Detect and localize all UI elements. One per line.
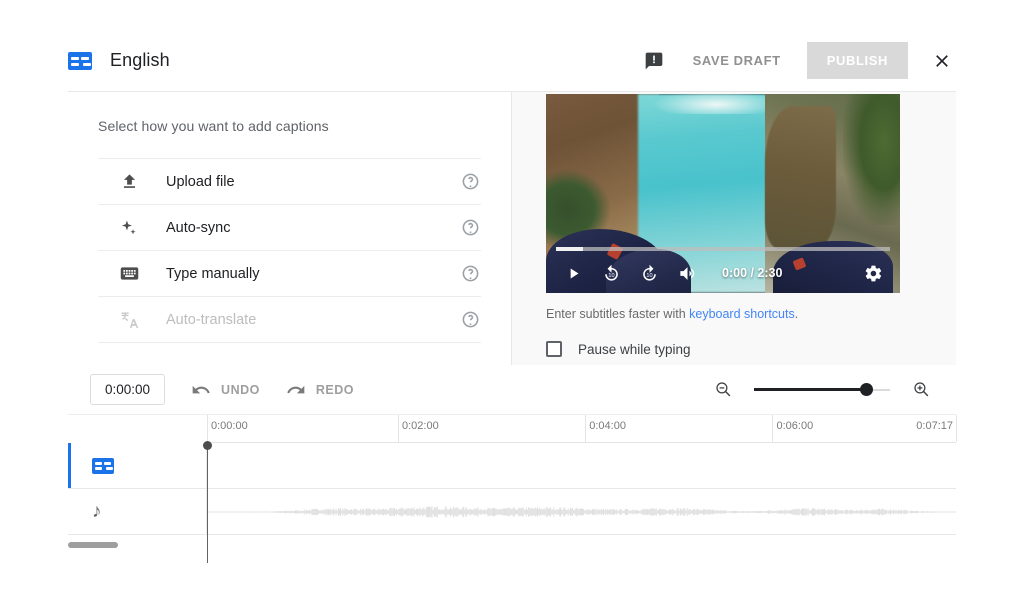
caption-method-list: Upload file Auto-sync Type manually Auto… (98, 158, 481, 343)
zoom-controls (710, 377, 934, 403)
zoom-slider[interactable] (754, 380, 890, 400)
video-progress-bar[interactable] (556, 247, 890, 251)
help-icon[interactable] (459, 263, 481, 285)
timeline-ruler-ticks: 0:00:00 0:02:00 0:04:00 0:06:00 0:07:17 (207, 415, 957, 443)
option-label: Type manually (166, 265, 260, 282)
video-progress-fill (556, 247, 583, 251)
timecode-input[interactable]: 0:00:00 (90, 374, 166, 405)
video-player[interactable]: 10 10 0:00 / 2:30 (546, 94, 900, 293)
page-title: English (110, 50, 170, 70)
ruler-tick: 0:00:00 (207, 415, 248, 442)
captions-track-body[interactable] (207, 443, 956, 488)
video-time-display: 0:00 / 2:30 (722, 266, 783, 280)
svg-text:10: 10 (608, 273, 614, 279)
ruler-tick-label: 0:06:00 (776, 420, 814, 432)
help-icon[interactable] (459, 217, 481, 239)
music-note-icon: ♪ (92, 501, 102, 522)
upload-icon (116, 172, 142, 191)
captions-editor-dialog: English SAVE DRAFT PUBLISH Select how yo… (0, 0, 1024, 592)
timeline-toolbar: 0:00:00 UNDO REDO (68, 365, 956, 415)
header-actions: SAVE DRAFT PUBLISH (637, 42, 956, 79)
undo-icon (192, 385, 210, 393)
timeline-ruler[interactable]: 0:00:00 0:02:00 0:04:00 0:06:00 0:07:17 (68, 415, 957, 443)
help-icon[interactable] (459, 309, 481, 331)
ruler-tick: 0:04:00 (585, 415, 626, 442)
zoom-in-button[interactable] (908, 377, 934, 403)
replay-10-button[interactable]: 10 (596, 258, 626, 288)
undo-button[interactable]: UNDO (191, 380, 260, 400)
volume-button[interactable] (672, 258, 702, 288)
ruler-tick-label: 0:00:00 (211, 420, 248, 432)
redo-label: REDO (315, 382, 354, 397)
video-controls: 10 10 0:00 / 2:30 (546, 253, 900, 293)
timeline-scrollbar-thumb[interactable] (68, 542, 118, 548)
keyboard-shortcuts-hint: Enter subtitles faster with keyboard sho… (546, 307, 798, 321)
option-type-manually[interactable]: Type manually (98, 251, 481, 297)
zoom-in-icon (913, 382, 928, 397)
feedback-button[interactable] (637, 44, 671, 78)
redo-button[interactable]: REDO (286, 380, 354, 400)
track-row[interactable]: ♪ (68, 489, 956, 535)
publish-button[interactable]: PUBLISH (806, 42, 908, 79)
forward-10-icon: 10 (642, 264, 656, 281)
cc-track-icon (92, 457, 114, 474)
zoom-out-icon (715, 382, 730, 397)
close-button[interactable] (928, 47, 956, 75)
timeline-tracks: ♪ (68, 441, 956, 563)
option-auto-sync[interactable]: Auto-sync (98, 205, 481, 251)
ruler-tick-label: 0:02:00 (401, 420, 439, 432)
translate-icon (116, 309, 142, 330)
close-icon (936, 54, 948, 67)
captions-track-header[interactable] (68, 443, 207, 488)
keyboard-shortcuts-link[interactable]: keyboard shortcuts (689, 307, 795, 321)
zoom-slider-thumb[interactable] (859, 382, 873, 396)
svg-text:10: 10 (646, 273, 652, 279)
feedback-icon (645, 52, 662, 69)
sparkle-icon (116, 218, 142, 238)
option-label: Auto-sync (166, 219, 231, 236)
dialog-body: Select how you want to add captions Uplo… (68, 92, 956, 365)
pane-heading: Select how you want to add captions (98, 118, 329, 134)
track-row[interactable] (68, 443, 956, 489)
audio-track-header[interactable]: ♪ (68, 489, 207, 534)
timeline-scrollbar[interactable] (68, 540, 956, 548)
zoom-slider-fill (754, 387, 866, 391)
play-button[interactable] (558, 258, 588, 288)
audio-track-body[interactable] (207, 489, 956, 534)
pause-while-typing-label: Pause while typing (578, 341, 691, 357)
video-settings-button[interactable] (858, 258, 888, 288)
save-draft-button[interactable]: SAVE DRAFT (685, 43, 789, 78)
ruler-tick: 0:07:17 (916, 415, 957, 442)
option-label: Upload file (166, 173, 235, 190)
shortcuts-suffix: . (794, 307, 799, 321)
option-label: Auto-translate (166, 311, 257, 328)
keyboard-icon (116, 263, 142, 284)
dialog-header: English SAVE DRAFT PUBLISH (68, 30, 956, 92)
forward-10-button[interactable]: 10 (634, 258, 664, 288)
audio-waveform (207, 505, 956, 518)
ruler-tick-label: 0:07:17 (916, 420, 953, 432)
redo-icon (287, 385, 305, 393)
playhead-knob[interactable] (203, 441, 212, 450)
timeline-playhead[interactable] (203, 441, 212, 563)
pause-while-typing-checkbox[interactable] (546, 341, 562, 357)
ruler-tick: 0:06:00 (772, 415, 813, 442)
help-icon[interactable] (459, 171, 481, 193)
shortcuts-prefix: Enter subtitles faster with (546, 307, 690, 321)
volume-icon (679, 266, 694, 280)
caption-method-pane: Select how you want to add captions Uplo… (68, 92, 512, 365)
ruler-tick-label: 0:04:00 (589, 420, 626, 432)
gear-icon (865, 265, 881, 281)
undo-label: UNDO (221, 382, 260, 397)
option-auto-translate: Auto-translate (98, 297, 481, 343)
subtitles-icon (68, 51, 92, 70)
play-icon (570, 268, 578, 278)
option-upload-file[interactable]: Upload file (98, 159, 481, 205)
ruler-tick: 0:02:00 (397, 415, 439, 442)
pause-while-typing-row[interactable]: Pause while typing (546, 341, 691, 357)
replay-10-icon: 10 (604, 264, 618, 281)
video-preview-pane: 10 10 0:00 / 2:30 Enter subtitles faster… (512, 92, 956, 365)
zoom-out-button[interactable] (710, 377, 736, 403)
